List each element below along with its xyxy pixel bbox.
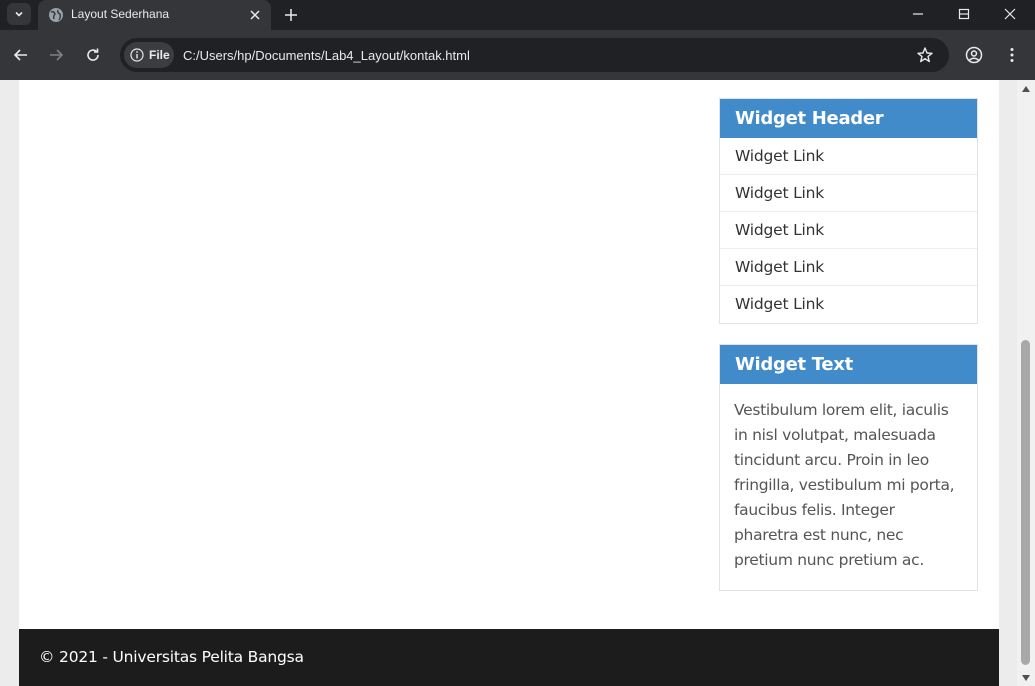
scroll-up-button[interactable]	[1017, 80, 1035, 97]
reload-icon[interactable]	[84, 46, 102, 64]
window-close-button[interactable]	[998, 3, 1022, 25]
site-info-chip[interactable]: File	[124, 42, 174, 68]
close-tab-icon[interactable]	[248, 8, 262, 22]
scroll-down-button[interactable]	[1017, 669, 1035, 686]
vertical-scrollbar[interactable]	[1017, 80, 1035, 686]
globe-icon	[49, 8, 63, 22]
widget-link[interactable]: Widget Link	[720, 138, 977, 175]
browser-toolbar: File C:/Users/hp/Documents/Lab4_Layout/k…	[0, 30, 1035, 80]
tab-title: Layout Sederhana	[71, 7, 170, 21]
widget-link[interactable]: Widget Link	[720, 212, 977, 249]
widget-link[interactable]: Widget Link	[720, 249, 977, 286]
back-arrow-icon[interactable]	[12, 46, 30, 64]
chevron-down-icon	[15, 11, 23, 17]
tab-search-button[interactable]	[7, 3, 31, 25]
site-info-label: File	[149, 48, 170, 62]
url-text[interactable]: C:/Users/hp/Documents/Lab4_Layout/kontak…	[183, 48, 470, 63]
links-widget-header: Widget Header	[720, 99, 977, 138]
maximize-icon	[958, 8, 970, 20]
triangle-up-icon	[1022, 85, 1030, 92]
triangle-down-icon	[1022, 674, 1030, 681]
profile-icon[interactable]	[965, 46, 983, 64]
page-viewport: Widget Header Widget Link Widget Link Wi…	[0, 80, 1035, 686]
links-widget: Widget Header Widget Link Widget Link Wi…	[719, 98, 978, 324]
window-maximize-button[interactable]	[952, 3, 976, 25]
page-footer: © 2021 - Universitas Pelita Bangsa	[19, 629, 999, 686]
forward-arrow-icon[interactable]	[47, 46, 65, 64]
bookmark-star-icon[interactable]	[916, 46, 934, 64]
widget-link[interactable]: Widget Link	[720, 286, 977, 323]
text-widget-body: Vestibulum lorem elit, iaculis in nisl v…	[734, 401, 955, 569]
close-icon	[1004, 8, 1016, 20]
window-minimize-button[interactable]	[906, 3, 930, 25]
text-widget: Widget Text Vestibulum lorem elit, iacul…	[719, 344, 978, 591]
new-tab-plus-icon[interactable]	[282, 6, 300, 24]
info-icon	[130, 48, 144, 62]
page-container: Widget Header Widget Link Widget Link Wi…	[19, 80, 999, 686]
widget-link[interactable]: Widget Link	[720, 175, 977, 212]
text-widget-header: Widget Text	[720, 345, 977, 384]
tab-strip: Layout Sederhana	[0, 0, 1035, 30]
address-bar[interactable]: File C:/Users/hp/Documents/Lab4_Layout/k…	[120, 38, 949, 72]
menu-dots-icon[interactable]	[1003, 46, 1021, 64]
browser-tab[interactable]: Layout Sederhana	[38, 0, 271, 30]
footer-copyright: © 2021 - Universitas Pelita Bangsa	[39, 648, 304, 666]
minimize-icon	[913, 13, 923, 15]
scrollbar-thumb[interactable]	[1021, 340, 1030, 665]
widget-link-list: Widget Link Widget Link Widget Link Widg…	[720, 138, 977, 323]
